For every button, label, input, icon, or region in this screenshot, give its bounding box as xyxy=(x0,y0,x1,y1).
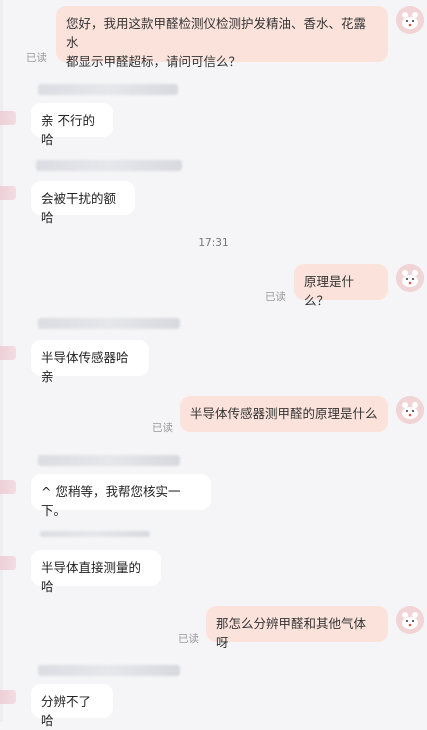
agent-message: 会被干扰的额哈 xyxy=(31,181,135,225)
agent-name-blurred xyxy=(38,84,178,95)
agent-message: 半导体传感器哈亲 xyxy=(31,340,149,384)
shop-avatar-icon[interactable] xyxy=(0,690,16,704)
user-message: 您好，我用这款甲醛检测仪检测护发精油、香水、花露水 都显示甲醛超标，请问可信么？ xyxy=(56,6,388,69)
agent-message: 分辨不了哈 xyxy=(31,684,113,728)
shop-avatar-icon[interactable] xyxy=(0,346,16,360)
bear-avatar-icon[interactable] xyxy=(396,6,424,34)
user-message: 原理是什么？ xyxy=(294,264,388,308)
bear-avatar-icon[interactable] xyxy=(396,606,424,634)
agent-name-blurred xyxy=(36,160,182,171)
agent-message: 亲 不行的哈 xyxy=(31,103,113,147)
agent-name-blurred xyxy=(40,531,150,537)
bear-avatar-icon[interactable] xyxy=(396,264,424,292)
agent-message: 半导体直接测量的哈 xyxy=(31,550,161,594)
shop-avatar-icon[interactable] xyxy=(0,556,16,570)
agent-name-blurred xyxy=(38,318,180,329)
left-border xyxy=(0,0,3,722)
timestamp: 17:31 xyxy=(198,237,229,249)
agent-message: ^ 您稍等，我帮您核实一下。 xyxy=(31,474,211,518)
agent-name-blurred xyxy=(38,665,180,676)
user-message: 那怎么分辨甲醛和其他气体呀 xyxy=(206,606,388,650)
read-status: 已读 xyxy=(26,52,47,64)
agent-name-blurred xyxy=(38,455,180,466)
read-status: 已读 xyxy=(152,422,173,434)
shop-avatar-icon[interactable] xyxy=(0,186,16,200)
read-status: 已读 xyxy=(178,633,199,645)
shop-avatar-icon[interactable] xyxy=(0,111,16,125)
bear-avatar-icon[interactable] xyxy=(396,396,424,424)
read-status: 已读 xyxy=(265,291,286,303)
user-message: 半导体传感器测甲醛的原理是什么 xyxy=(180,396,388,432)
shop-avatar-icon[interactable] xyxy=(0,480,16,494)
